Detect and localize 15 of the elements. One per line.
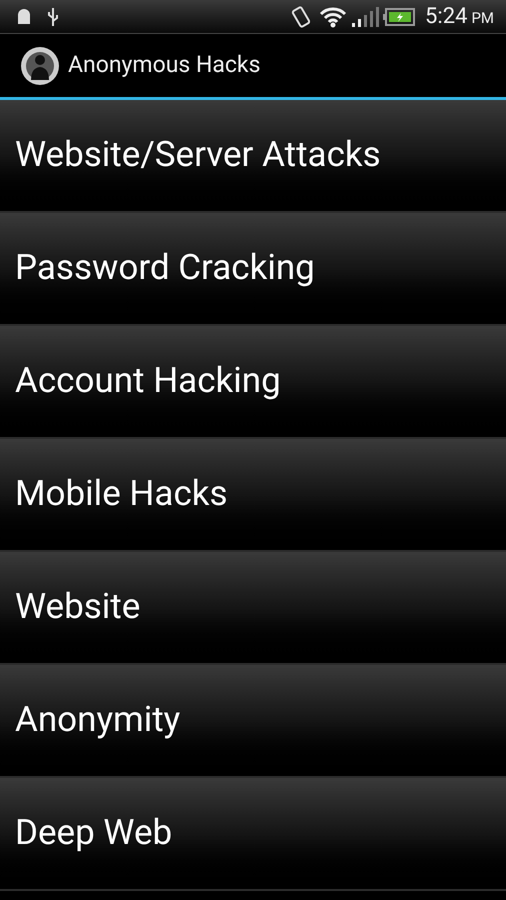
clock-time: 5:24 [425,3,468,31]
menu-item[interactable]: Password Cracking [0,213,506,326]
app-logo-icon [20,46,60,86]
menu-item[interactable]: Mobile Hacks [0,439,506,552]
battery-icon [383,8,416,26]
signal-icon [351,6,380,28]
app-title: Anonymous Hacks [68,50,260,80]
menu-item[interactable]: Deep Web [0,778,506,891]
menu-item[interactable]: Website [0,552,506,665]
menu-item[interactable]: Anonymity [0,665,506,778]
menu-item[interactable]: Website/Server Attacks [0,100,506,213]
menu-item[interactable]: Account Hacking [0,326,506,439]
wifi-icon [319,6,348,28]
clock-meridiem: PM [471,8,494,30]
usb-icon [46,6,60,28]
